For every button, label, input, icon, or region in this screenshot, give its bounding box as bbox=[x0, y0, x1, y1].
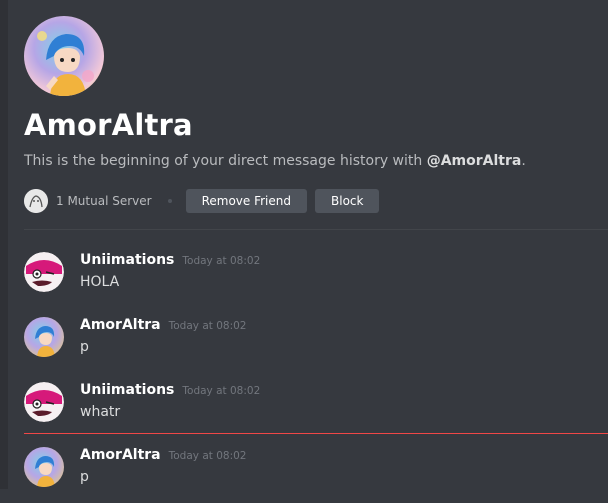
message-header: Uniimations Today at 08:02 bbox=[80, 382, 260, 398]
message-item[interactable]: AmorAltra Today at 08:02 p bbox=[24, 317, 608, 373]
separator-dot bbox=[167, 199, 172, 203]
message-timestamp: Today at 08:02 bbox=[182, 385, 261, 397]
blue-haired-character-icon bbox=[37, 31, 94, 96]
message-item[interactable]: Uniimations Today at 08:02 HOLA bbox=[24, 252, 608, 308]
message-item[interactable]: Uniimations Today at 08:02 whatr bbox=[24, 382, 608, 438]
block-button[interactable]: Block bbox=[315, 189, 380, 213]
message-item[interactable]: AmorAltra Today at 08:02 p bbox=[24, 447, 608, 503]
message-author[interactable]: Uniimations bbox=[80, 252, 174, 268]
message-timestamp: Today at 08:02 bbox=[168, 450, 247, 462]
blue-haired-character-icon bbox=[35, 456, 55, 487]
user-avatar[interactable] bbox=[24, 317, 64, 357]
message-author[interactable]: AmorAltra bbox=[80, 447, 161, 463]
blue-haired-character-icon bbox=[35, 326, 55, 357]
new-messages-divider bbox=[24, 433, 608, 434]
intro-suffix: . bbox=[521, 153, 526, 169]
message-content: p bbox=[80, 469, 89, 485]
profile-actions-row: 1 Mutual Server Remove Friend Block bbox=[24, 188, 380, 214]
left-panel-edge bbox=[0, 0, 8, 489]
message-header: AmorAltra Today at 08:02 bbox=[80, 317, 246, 333]
user-avatar[interactable] bbox=[24, 252, 64, 292]
message-header: AmorAltra Today at 08:02 bbox=[80, 447, 246, 463]
message-content: HOLA bbox=[80, 274, 120, 290]
header-divider bbox=[24, 229, 608, 230]
message-header: Uniimations Today at 08:02 bbox=[80, 252, 260, 268]
dm-title: AmorAltra bbox=[24, 108, 193, 142]
remove-friend-button[interactable]: Remove Friend bbox=[185, 189, 307, 213]
sketch-server-icon bbox=[24, 189, 48, 213]
dm-intro-text: This is the beginning of your direct mes… bbox=[24, 153, 526, 169]
message-author[interactable]: Uniimations bbox=[80, 382, 174, 398]
user-avatar[interactable] bbox=[24, 447, 64, 487]
pink-character-icon bbox=[24, 382, 64, 422]
profile-avatar[interactable] bbox=[24, 16, 104, 96]
message-content: whatr bbox=[80, 404, 121, 420]
message-author[interactable]: AmorAltra bbox=[80, 317, 161, 333]
intro-prefix: This is the beginning of your direct mes… bbox=[24, 153, 423, 169]
user-avatar[interactable] bbox=[24, 382, 64, 422]
user-mention[interactable]: @AmorAltra bbox=[427, 153, 522, 169]
message-content: p bbox=[80, 339, 89, 355]
message-timestamp: Today at 08:02 bbox=[182, 255, 261, 267]
mutual-servers-link[interactable]: 1 Mutual Server bbox=[56, 194, 152, 208]
pink-character-icon bbox=[24, 252, 64, 292]
message-timestamp: Today at 08:02 bbox=[168, 320, 247, 332]
mutual-server-icon[interactable] bbox=[24, 189, 48, 213]
